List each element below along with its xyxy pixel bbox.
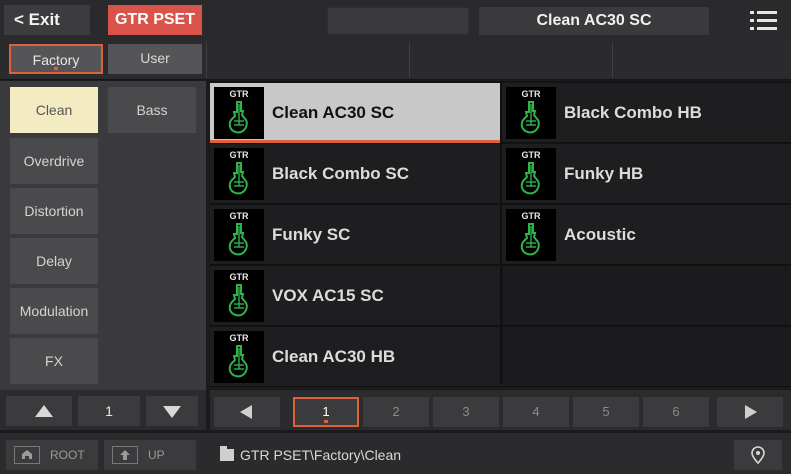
arrow-right-icon xyxy=(745,405,757,419)
scroll-down-button[interactable] xyxy=(146,396,198,426)
category-pager: 1 xyxy=(0,390,206,430)
preset-item[interactable]: GTR Black Combo SC xyxy=(210,144,500,204)
preset-item[interactable]: GTR Black Combo HB xyxy=(502,83,791,143)
current-preset-title: Clean AC30 SC xyxy=(479,7,709,35)
guitar-icon: GTR xyxy=(214,270,264,322)
preset-name: Funky HB xyxy=(564,164,644,183)
preset-name: Acoustic xyxy=(564,225,636,244)
prev-page-button[interactable] xyxy=(214,397,280,427)
category-bass[interactable]: Bass xyxy=(108,87,196,133)
location-pin-button[interactable] xyxy=(734,440,782,470)
up-folder-icon xyxy=(112,446,138,464)
category-page-number: 1 xyxy=(78,396,140,426)
page-button-4[interactable]: 4 xyxy=(503,397,569,427)
arrow-up-icon xyxy=(35,405,53,417)
page-button-6[interactable]: 6 xyxy=(643,397,709,427)
preset-item[interactable]: GTR Funky SC xyxy=(210,205,500,265)
preset-item[interactable]: GTR Funky HB xyxy=(502,144,791,204)
category-panel: Clean Bass Overdrive Distortion Delay Mo… xyxy=(0,81,206,390)
tab-user[interactable]: User xyxy=(108,44,202,74)
guitar-icon: GTR xyxy=(214,209,264,261)
root-label: ROOT xyxy=(50,448,85,462)
folder-icon xyxy=(220,446,234,461)
category-overdrive[interactable]: Overdrive xyxy=(10,138,98,184)
preset-name: Black Combo SC xyxy=(272,164,409,183)
category-distortion[interactable]: Distortion xyxy=(10,188,98,234)
guitar-icon: GTR xyxy=(506,148,556,200)
exit-button[interactable]: < Exit xyxy=(4,5,90,35)
arrow-left-icon xyxy=(240,405,252,419)
category-modulation[interactable]: Modulation xyxy=(10,288,98,334)
location-pin-icon xyxy=(751,446,765,464)
preset-name: Clean AC30 HB xyxy=(272,347,396,366)
preset-item[interactable]: GTR Clean AC30 HB xyxy=(210,327,500,387)
page-button-5[interactable]: 5 xyxy=(573,397,639,427)
preset-name: Clean AC30 SC xyxy=(272,103,395,122)
guitar-icon: GTR xyxy=(214,148,264,200)
top-empty-field xyxy=(327,7,469,35)
guitar-icon: GTR xyxy=(214,87,264,139)
page-button-2[interactable]: 2 xyxy=(363,397,429,427)
library-tab-bar: Factory User xyxy=(0,40,791,80)
bottom-bar: ROOT UP GTR PSET\Factory\Clean xyxy=(0,432,791,474)
divider xyxy=(409,42,410,78)
preset-name: VOX AC15 SC xyxy=(272,286,384,305)
up-button[interactable]: UP xyxy=(104,440,196,470)
mode-badge: GTR PSET xyxy=(108,5,202,35)
guitar-icon: GTR xyxy=(506,87,556,139)
next-page-button[interactable] xyxy=(717,397,783,427)
preset-item[interactable]: GTR Acoustic xyxy=(502,205,791,265)
preset-name: Black Combo HB xyxy=(564,103,702,122)
divider xyxy=(206,42,207,78)
preset-item[interactable]: GTR Clean AC30 SC xyxy=(210,83,500,143)
page-button-1[interactable]: 1 xyxy=(293,397,359,427)
current-path: GTR PSET\Factory\Clean xyxy=(212,440,401,470)
guitar-icon: GTR xyxy=(506,209,556,261)
preset-name: Funky SC xyxy=(272,225,351,244)
category-delay[interactable]: Delay xyxy=(10,238,98,284)
hamburger-menu-icon[interactable] xyxy=(750,9,778,33)
empty-slot[interactable] xyxy=(502,327,791,387)
up-label: UP xyxy=(148,448,165,462)
path-text: GTR PSET\Factory\Clean xyxy=(240,447,402,463)
top-bar: < Exit GTR PSET Clean AC30 SC xyxy=(0,0,791,40)
preset-grid: GTR Clean AC30 SC GTR Black Combo HB GTR… xyxy=(210,81,791,387)
arrow-down-icon xyxy=(163,406,181,418)
home-folder-icon xyxy=(14,446,40,464)
empty-slot[interactable] xyxy=(502,266,791,326)
page-bar: 1 2 3 4 5 6 xyxy=(210,390,791,430)
scroll-up-button[interactable] xyxy=(6,396,72,426)
tab-factory[interactable]: Factory xyxy=(9,44,103,74)
category-clean[interactable]: Clean xyxy=(10,87,98,133)
preset-item[interactable]: GTR VOX AC15 SC xyxy=(210,266,500,326)
divider xyxy=(612,42,613,78)
guitar-icon: GTR xyxy=(214,331,264,383)
page-button-3[interactable]: 3 xyxy=(433,397,499,427)
root-button[interactable]: ROOT xyxy=(6,440,98,470)
category-fx[interactable]: FX xyxy=(10,338,98,384)
